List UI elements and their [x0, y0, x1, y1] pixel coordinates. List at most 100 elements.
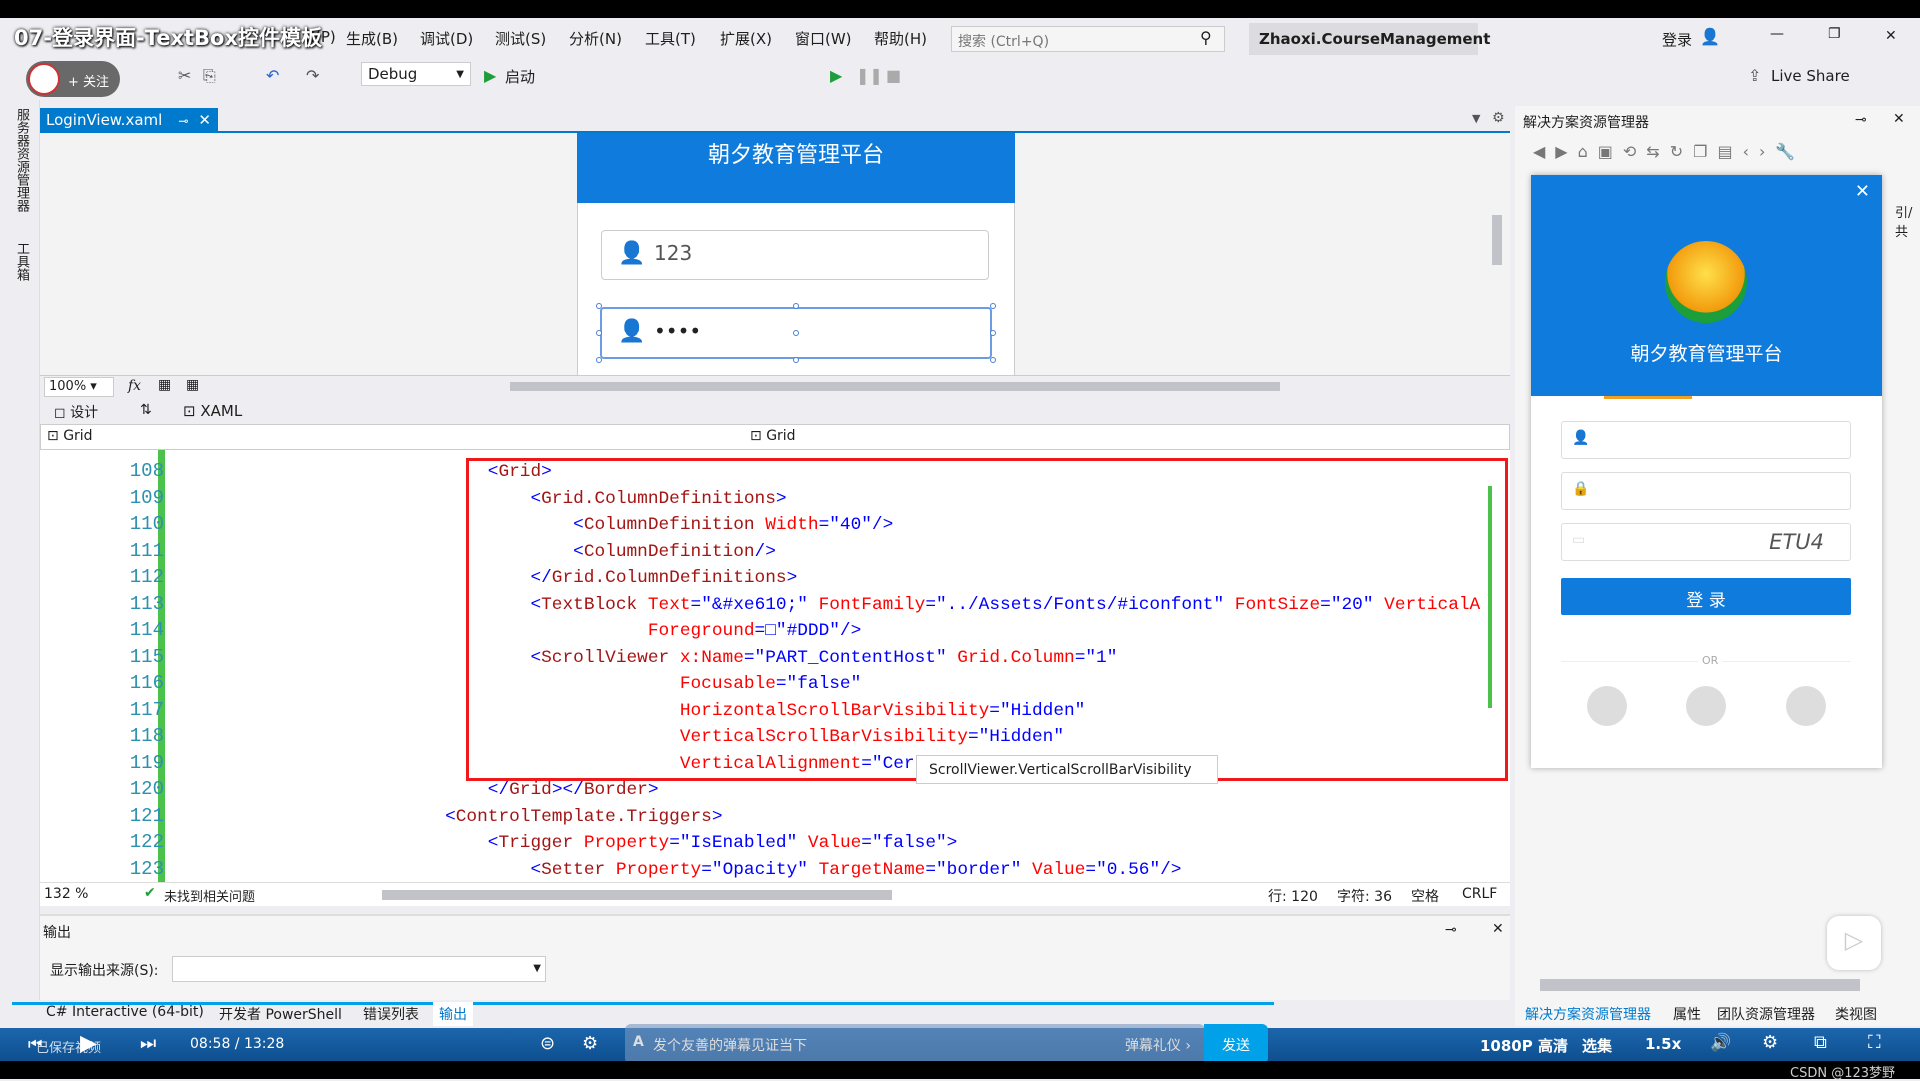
tab-solution-explorer[interactable]: 解决方案资源管理器	[1525, 1004, 1651, 1024]
video-play-overlay[interactable]: ▷	[1827, 916, 1881, 970]
menu-tools[interactable]: 工具(T)	[645, 28, 696, 49]
close-panel-icon[interactable]: ✕	[1893, 111, 1905, 127]
tab-label: LoginView.xaml	[46, 111, 163, 129]
tab-csharp-interactive[interactable]: C# Interactive (64-bit)	[46, 1004, 204, 1020]
solution-toolbar-icons[interactable]: ◀▶⌂▣⟲⇆↻❐▤‹›🔧	[1533, 142, 1805, 161]
danmu-etiquette-link[interactable]: 弹幕礼仪 ›	[1125, 1035, 1191, 1055]
username-textbox[interactable]: 👤 123	[601, 230, 989, 280]
login-password-input[interactable]: 🔒	[1561, 472, 1851, 510]
resize-handle[interactable]	[596, 330, 602, 336]
tab-team-explorer[interactable]: 团队资源管理器	[1717, 1004, 1815, 1024]
server-explorer-tab[interactable]: 服务器资源管理器	[12, 108, 31, 212]
danmu-toggle-icon[interactable]: ⊜	[540, 1033, 555, 1054]
stop-icon[interactable]: ■	[886, 66, 901, 85]
settings-icon[interactable]: ⚙	[1492, 110, 1505, 126]
tab-properties[interactable]: 属性	[1673, 1004, 1701, 1024]
issues-status[interactable]: 未找到相关问题	[164, 886, 255, 905]
settings-icon[interactable]: ⚙	[1762, 1032, 1778, 1053]
design-tab[interactable]: ◻ 设计	[54, 402, 98, 422]
restore-button[interactable]: ❐	[1828, 26, 1841, 42]
menu-analyze[interactable]: 分析(N)	[569, 28, 622, 49]
resize-handle[interactable]	[793, 303, 799, 309]
resize-handle[interactable]	[793, 330, 799, 336]
sign-in-link[interactable]: 登录	[1662, 29, 1692, 50]
resize-handle[interactable]	[990, 330, 996, 336]
danmu-settings-icon[interactable]: ⚙	[582, 1033, 598, 1054]
redo-icon[interactable]: ↷	[306, 66, 319, 85]
panel-hscrollbar[interactable]	[1540, 979, 1860, 991]
menu-build[interactable]: 生成(B)	[346, 28, 398, 49]
undo-icon[interactable]: ↶	[266, 66, 279, 85]
fx-icon[interactable]: fx	[128, 378, 141, 394]
quality-button[interactable]: 1080P 高清	[1480, 1035, 1568, 1056]
wechat-login-icon[interactable]	[1686, 686, 1726, 726]
cut-icon[interactable]: ✂	[178, 66, 191, 85]
menu-extensions[interactable]: 扩展(X)	[720, 28, 772, 49]
menu-window[interactable]: 窗口(W)	[795, 28, 852, 49]
line-number: 114	[129, 619, 164, 641]
pin-icon[interactable]: ⊸	[178, 114, 188, 128]
pip-icon[interactable]: ⧉	[1814, 1032, 1827, 1053]
close-output-icon[interactable]: ✕	[1492, 921, 1504, 937]
start-icon[interactable]: ▶	[484, 66, 496, 85]
pin-icon[interactable]: ⊸	[1855, 112, 1867, 128]
toolbox-tab[interactable]: 工具箱	[12, 242, 31, 281]
login-username-input[interactable]: 👤	[1561, 421, 1851, 459]
tab-error-list[interactable]: 错误列表	[363, 1004, 419, 1024]
nav-left-dropdown[interactable]: ⊡ Grid	[47, 428, 93, 444]
send-button[interactable]: 发送	[1204, 1024, 1268, 1064]
designer-hscrollbar[interactable]	[510, 382, 1280, 391]
close-card-icon[interactable]: ✕	[1855, 181, 1870, 202]
follow-button[interactable]: + 关注	[26, 61, 120, 97]
resize-handle[interactable]	[990, 303, 996, 309]
designer-zoom-dropdown[interactable]: 100% ▾	[44, 377, 114, 397]
tab-loginview-xaml[interactable]: LoginView.xaml ⊸ ✕	[40, 108, 218, 132]
snap-grid-icon[interactable]: ▦	[186, 377, 199, 393]
resize-handle[interactable]	[990, 357, 996, 363]
line-indicator: 行: 120	[1268, 889, 1318, 905]
grid-icon[interactable]: ▦	[158, 377, 171, 393]
search-input[interactable]: 搜索 (Ctrl+Q)	[951, 26, 1225, 52]
xaml-tab[interactable]: ⊡ XAML	[183, 402, 242, 420]
menu-help[interactable]: 帮助(H)	[874, 28, 927, 49]
danmu-input[interactable]: A 发个友善的弹幕见证当下 弹幕礼仪 ›	[625, 1024, 1205, 1064]
code-hscrollbar[interactable]	[382, 890, 892, 900]
tab-output[interactable]: 输出	[433, 1002, 473, 1026]
tab-class-view[interactable]: 类视图	[1835, 1004, 1877, 1024]
tab-overflow-icon[interactable]: ▼	[1472, 112, 1480, 125]
qq-login-icon[interactable]	[1587, 686, 1627, 726]
episodes-button[interactable]: 选集	[1582, 1035, 1612, 1056]
start-button[interactable]: 启动	[505, 66, 535, 87]
weibo-login-icon[interactable]	[1786, 686, 1826, 726]
next-icon[interactable]: ⏭	[140, 1033, 156, 1054]
designer-vscrollbar[interactable]	[1492, 140, 1502, 368]
continue-icon[interactable]: ▶	[830, 66, 842, 85]
resize-handle[interactable]	[793, 357, 799, 363]
login-button[interactable]: 登 录	[1561, 578, 1851, 615]
live-share-button[interactable]: Live Share	[1771, 67, 1850, 85]
close-window-button[interactable]: ✕	[1885, 28, 1897, 44]
editor-zoom[interactable]: 132 %	[44, 886, 88, 902]
resize-handle[interactable]	[596, 357, 602, 363]
output-source-dropdown[interactable]: ▼	[172, 956, 546, 982]
tab-powershell[interactable]: 开发者 PowerShell	[219, 1004, 342, 1024]
configuration-dropdown[interactable]: Debug ▼	[361, 62, 471, 86]
minimize-button[interactable]: —	[1770, 26, 1784, 42]
menu-test[interactable]: 测试(S)	[495, 28, 546, 49]
menu-debug[interactable]: 调试(D)	[420, 28, 473, 49]
copy-icon[interactable]: ⎘	[203, 66, 216, 86]
line-number: 112	[129, 566, 164, 588]
save-video-label[interactable]: 已保存视频	[36, 1037, 101, 1056]
pause-icon[interactable]: ❚❚	[856, 66, 883, 85]
swap-panes-icon[interactable]: ⇅	[140, 402, 152, 418]
captcha-image[interactable]: ETU4	[1769, 530, 1824, 554]
close-tab-icon[interactable]: ✕	[198, 111, 211, 129]
login-captcha-input[interactable]: ▭ ETU4	[1561, 523, 1851, 561]
resize-handle[interactable]	[596, 303, 602, 309]
pin-icon[interactable]: ⊸	[1445, 922, 1457, 938]
fullscreen-icon[interactable]: ⛶	[1868, 1032, 1881, 1053]
code-token: ></	[551, 780, 584, 800]
volume-icon[interactable]: 🔊	[1710, 1033, 1731, 1053]
nav-right-dropdown[interactable]: ⊡ Grid	[750, 428, 796, 444]
speed-button[interactable]: 1.5x	[1645, 1035, 1681, 1053]
